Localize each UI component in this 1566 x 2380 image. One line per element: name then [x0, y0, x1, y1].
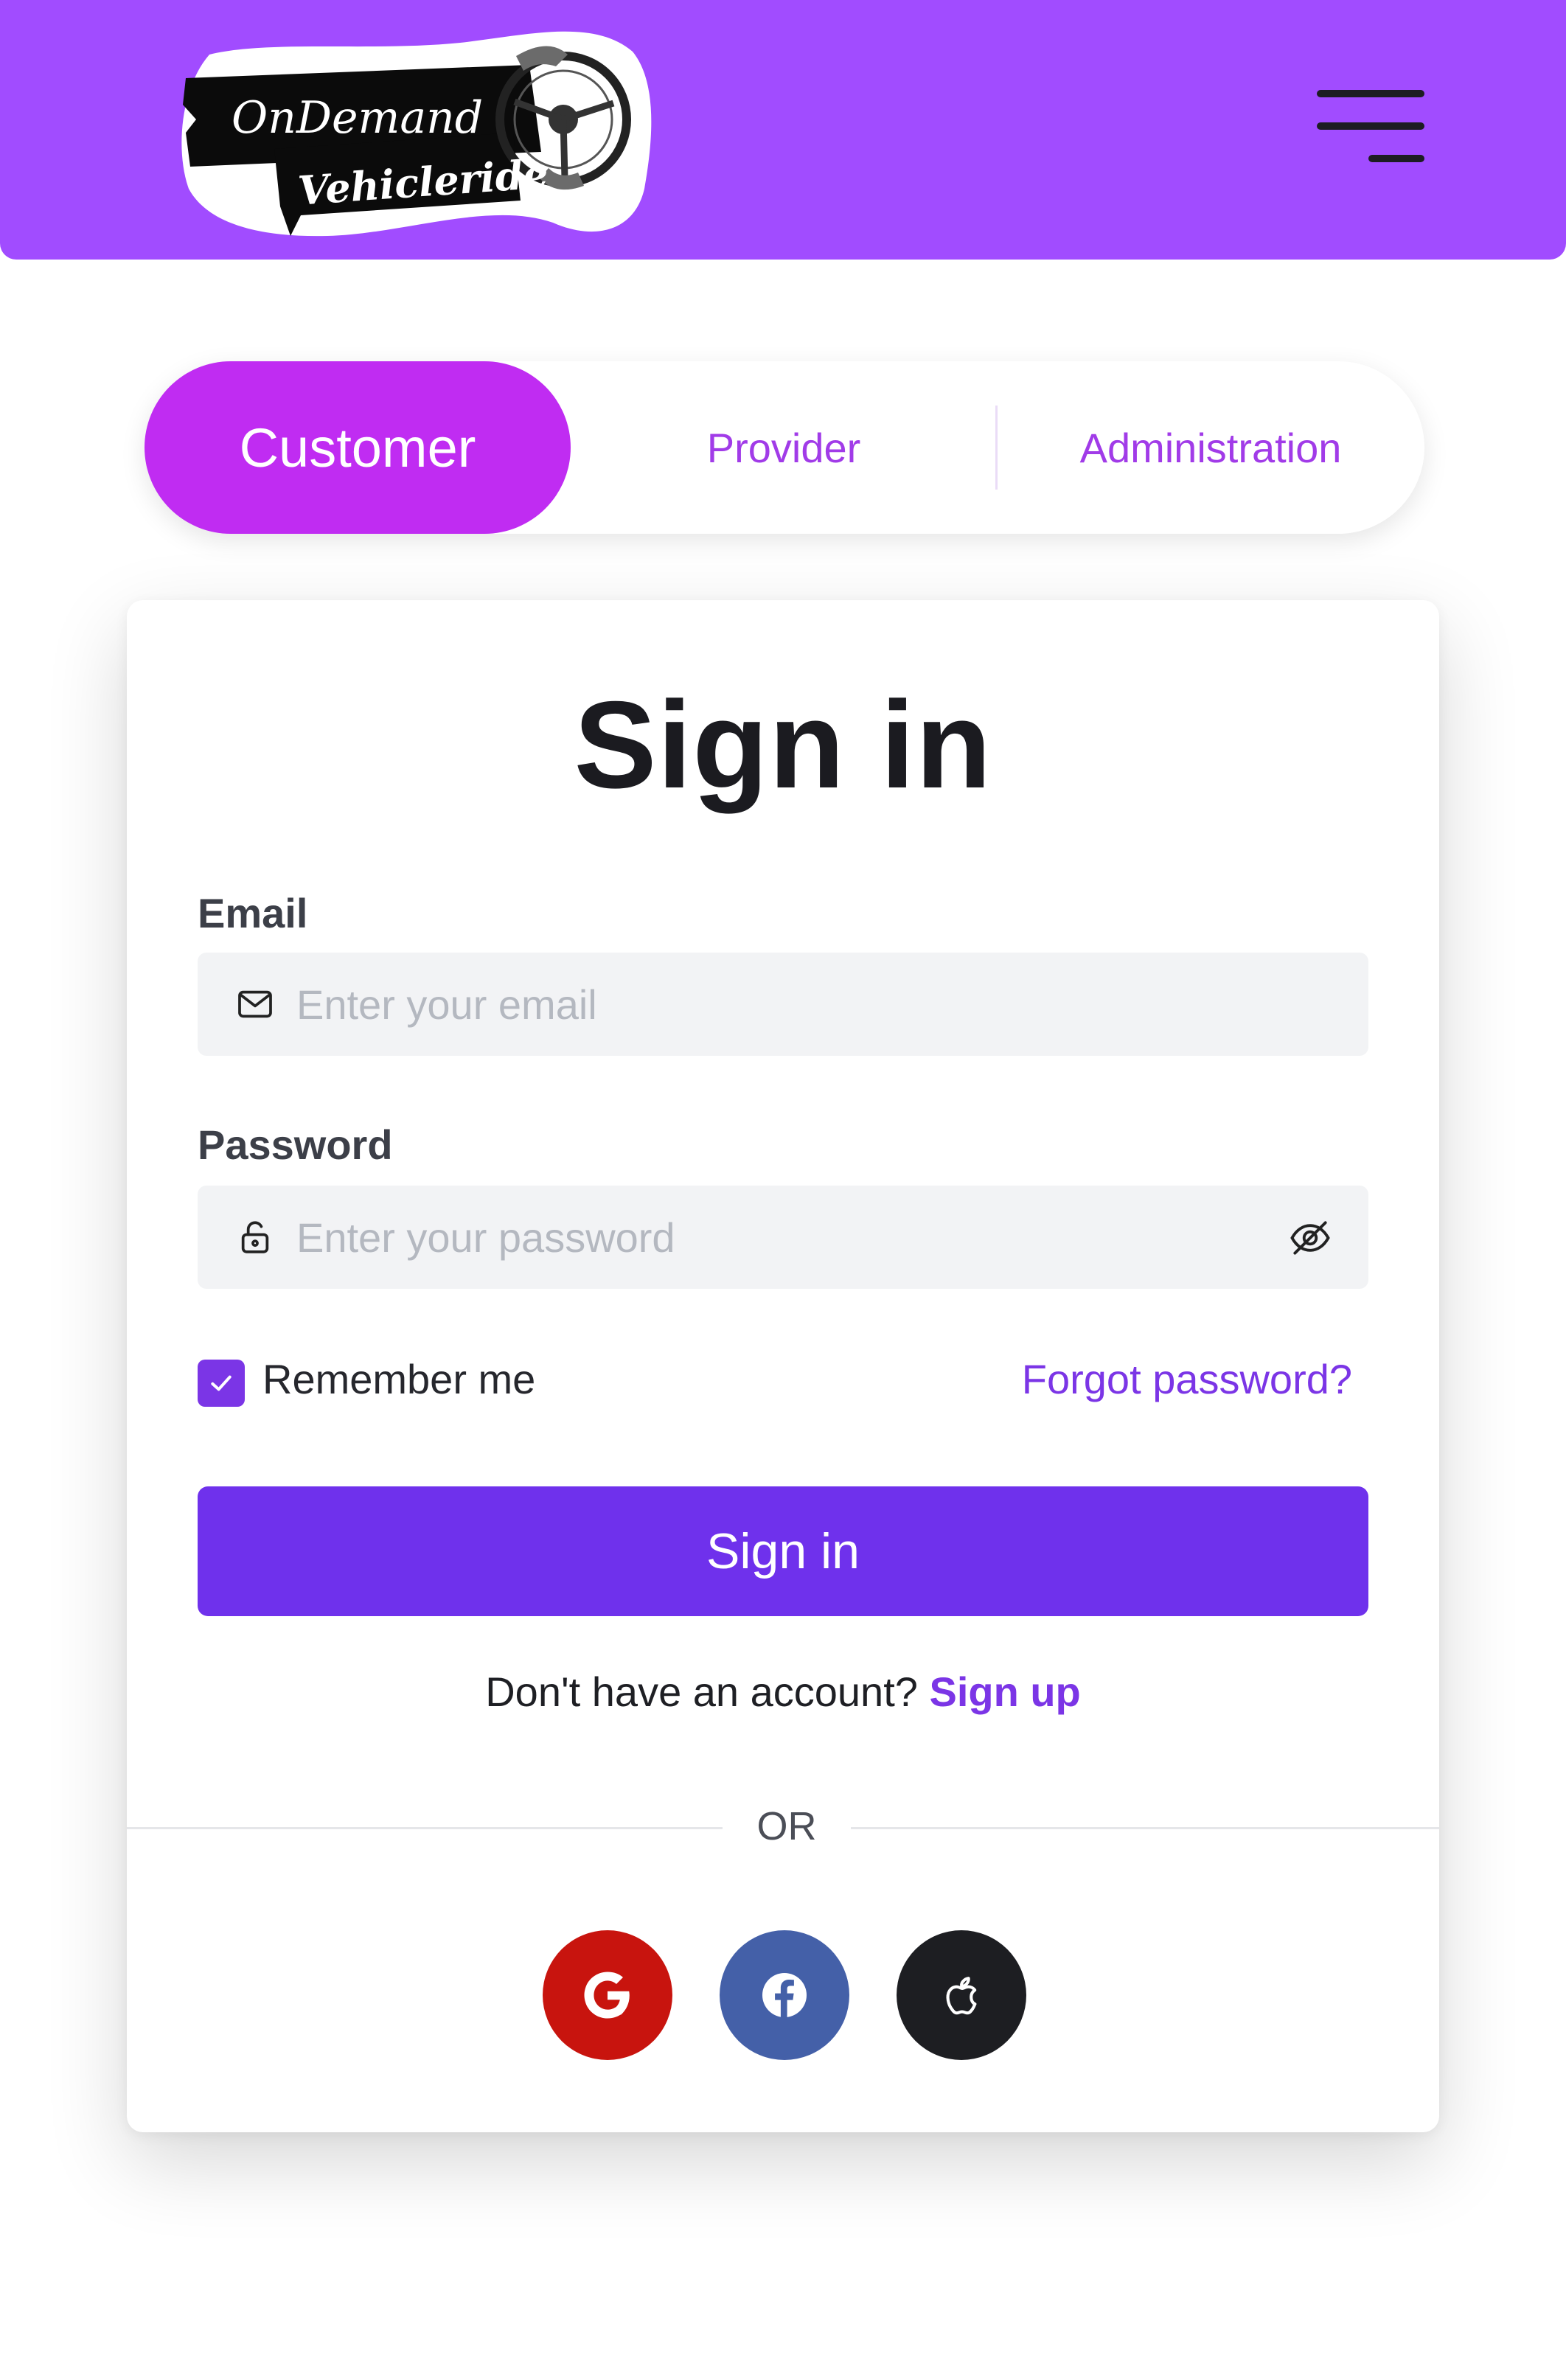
divider-right	[851, 1827, 1439, 1829]
logo-text-line1: OnDemand	[232, 92, 483, 144]
apple-icon	[946, 1977, 977, 2015]
facebook-icon	[762, 1973, 807, 2017]
email-input[interactable]	[296, 953, 1255, 1056]
forgot-password-link[interactable]: Forgot password?	[1022, 1355, 1352, 1403]
tab-administration[interactable]: Administration	[997, 361, 1424, 534]
password-input[interactable]	[296, 1186, 1255, 1289]
signup-prompt-text: Don't have an account?	[485, 1669, 918, 1715]
app-header: OnDemand Vehicleride	[0, 0, 1566, 260]
facebook-sign-in-button[interactable]	[720, 1930, 849, 2060]
checkmark-icon	[211, 1375, 232, 1391]
role-tabs: Customer Provider Administration	[145, 361, 1424, 534]
lock-icon	[241, 1221, 269, 1253]
sign-up-link[interactable]: Sign up	[929, 1669, 1080, 1715]
email-label: Email	[198, 890, 308, 936]
tab-provider[interactable]: Provider	[571, 361, 997, 534]
remember-me-label[interactable]: Remember me	[262, 1355, 535, 1403]
remember-me-checkbox[interactable]	[198, 1360, 245, 1407]
tab-customer[interactable]: Customer	[145, 361, 571, 534]
eye-off-icon[interactable]	[1287, 1215, 1333, 1261]
sign-in-card: Sign in Email Password Remember me Forgo…	[127, 600, 1439, 2132]
google-icon	[584, 1972, 630, 2019]
email-field[interactable]	[198, 953, 1368, 1056]
password-label: Password	[198, 1121, 393, 1168]
ondemand-vehicleride-logo[interactable]: OnDemand Vehicleride	[180, 22, 658, 245]
hamburger-menu-icon[interactable]	[1317, 90, 1424, 167]
apple-sign-in-button[interactable]	[897, 1930, 1026, 2060]
or-divider-text: OR	[756, 1804, 817, 1848]
password-field[interactable]	[198, 1186, 1368, 1289]
signup-prompt: Don't have an account? Sign up	[127, 1668, 1439, 1716]
divider-left	[127, 1827, 723, 1829]
page-title: Sign in	[574, 675, 992, 814]
sign-in-button[interactable]: Sign in	[198, 1486, 1368, 1616]
mail-icon	[238, 990, 272, 1018]
google-sign-in-button[interactable]	[543, 1930, 672, 2060]
